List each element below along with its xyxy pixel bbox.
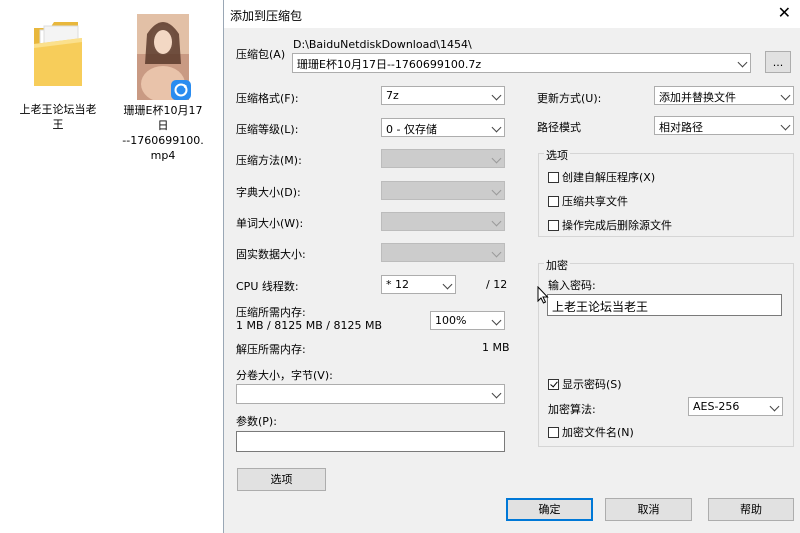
checkbox-box: [548, 172, 559, 183]
ok-button[interactable]: 确定: [506, 498, 593, 521]
checkbox-box: [548, 196, 559, 207]
dialog-title: 添加到压缩包: [230, 9, 303, 23]
show-password-label: 显示密码(S): [562, 378, 622, 391]
sync-badge-icon: [171, 80, 191, 100]
video-thumbnail-icon: [137, 14, 191, 102]
chevron-down-icon: [491, 153, 502, 164]
encryption-group-title: 加密: [544, 257, 570, 273]
chevron-down-icon: [737, 57, 748, 68]
method-combo: [381, 149, 505, 168]
browse-button[interactable]: ...: [765, 51, 791, 73]
video-label: 珊珊E杯10月17: [123, 104, 203, 117]
chevron-down-icon: [769, 401, 780, 412]
shared-label: 压缩共享文件: [562, 195, 628, 208]
archive-name-combo[interactable]: 珊珊E杯10月17日--1760699100.7z: [292, 53, 751, 73]
params-label: 参数(P):: [236, 415, 277, 428]
checkbox-box: [548, 427, 559, 438]
dict-combo: [381, 181, 505, 200]
mouse-cursor-icon: [537, 285, 549, 307]
format-combo[interactable]: 7z: [381, 86, 505, 105]
enc-method-combo[interactable]: AES-256: [688, 397, 783, 416]
checkbox-box: [548, 220, 559, 231]
solid-combo: [381, 243, 505, 262]
update-value: 添加并替换文件: [659, 91, 736, 104]
method-label: 压缩方法(M):: [236, 154, 302, 167]
path-label: 路径模式: [537, 121, 581, 134]
dict-label: 字典大小(D):: [236, 186, 301, 199]
mem-comp-value: 1 MB / 8125 MB / 8125 MB: [236, 319, 382, 332]
cpu-value: * 12: [386, 278, 409, 291]
mem-percent-value: 100%: [435, 314, 467, 327]
cpu-combo[interactable]: * 12: [381, 275, 456, 294]
chevron-down-icon: [491, 185, 502, 196]
password-input[interactable]: 上老王论坛当老王: [547, 294, 782, 316]
update-label: 更新方式(U):: [537, 92, 602, 105]
archive-label: 压缩包(A): [236, 48, 286, 61]
title-bar[interactable]: 添加到压缩包 ✕: [224, 0, 800, 28]
folder-label-line2: 王: [52, 118, 64, 131]
video-label-line3: --1760699100.: [122, 134, 204, 147]
update-combo[interactable]: 添加并替换文件: [654, 86, 794, 105]
path-value: 相对路径: [659, 121, 703, 134]
chevron-down-icon: [491, 388, 502, 399]
mem-decomp-value: 1 MB: [482, 341, 510, 354]
password-label: 输入密码:: [548, 279, 596, 292]
close-icon[interactable]: ✕: [778, 4, 791, 22]
chevron-down-icon: [491, 315, 502, 326]
mem-decomp-label: 解压所需内存:: [236, 343, 306, 356]
desktop-video-file[interactable]: 珊珊E杯10月17 日 --1760699100. mp4: [113, 14, 213, 163]
options-group-title: 选项: [544, 147, 570, 163]
checkbox-box: [548, 379, 559, 390]
word-combo: [381, 212, 505, 231]
enc-method-value: AES-256: [693, 400, 740, 413]
level-label: 压缩等级(L):: [236, 123, 299, 136]
level-combo[interactable]: 0 - 仅存储: [381, 118, 505, 137]
desktop-folder[interactable]: 上老王论坛当老 王: [8, 14, 108, 132]
show-password-checkbox[interactable]: 显示密码(S): [548, 376, 622, 392]
chevron-down-icon: [491, 90, 502, 101]
chevron-down-icon: [491, 247, 502, 258]
add-to-archive-dialog: 添加到压缩包 ✕ 压缩包(A) D:\BaiduNetdiskDownload\…: [223, 0, 800, 533]
video-label-line2: 日: [157, 119, 169, 132]
cpu-label: CPU 线程数:: [236, 280, 299, 293]
cancel-button[interactable]: 取消: [605, 498, 692, 521]
folder-label: 上老王论坛当老: [19, 103, 97, 116]
cpu-total: / 12: [486, 278, 508, 291]
params-input[interactable]: [236, 431, 505, 452]
folder-icon: [28, 14, 88, 92]
archive-path: D:\BaiduNetdiskDownload\1454\: [293, 38, 472, 51]
archive-name-value: 珊珊E杯10月17日--1760699100.7z: [297, 58, 482, 71]
format-value: 7z: [386, 89, 399, 102]
chevron-down-icon: [780, 120, 791, 131]
shared-checkbox[interactable]: 压缩共享文件: [548, 193, 628, 209]
video-label-line4: mp4: [150, 149, 176, 162]
sfx-label: 创建自解压程序(X): [562, 171, 656, 184]
delete-source-label: 操作完成后删除源文件: [562, 219, 672, 232]
split-combo[interactable]: [236, 384, 505, 404]
mem-percent-combo[interactable]: 100%: [430, 311, 505, 330]
format-label: 压缩格式(F):: [236, 92, 299, 105]
chevron-down-icon: [491, 216, 502, 227]
encrypt-names-checkbox[interactable]: 加密文件名(N): [548, 424, 634, 440]
chevron-down-icon: [491, 122, 502, 133]
password-value: 上老王论坛当老王: [552, 300, 649, 314]
delete-source-checkbox[interactable]: 操作完成后删除源文件: [548, 217, 672, 233]
word-label: 单词大小(W):: [236, 217, 304, 230]
level-value: 0 - 仅存储: [386, 123, 437, 136]
chevron-down-icon: [442, 279, 453, 290]
encrypt-names-label: 加密文件名(N): [562, 426, 634, 439]
split-label: 分卷大小，字节(V):: [236, 369, 333, 382]
options-button[interactable]: 选项: [237, 468, 326, 491]
path-combo[interactable]: 相对路径: [654, 116, 794, 135]
help-button[interactable]: 帮助: [708, 498, 794, 521]
sfx-checkbox[interactable]: 创建自解压程序(X): [548, 169, 655, 185]
chevron-down-icon: [780, 90, 791, 101]
mem-comp-label: 压缩所需内存:: [236, 306, 306, 319]
solid-label: 固实数据大小:: [236, 248, 306, 261]
enc-method-label: 加密算法:: [548, 403, 596, 416]
